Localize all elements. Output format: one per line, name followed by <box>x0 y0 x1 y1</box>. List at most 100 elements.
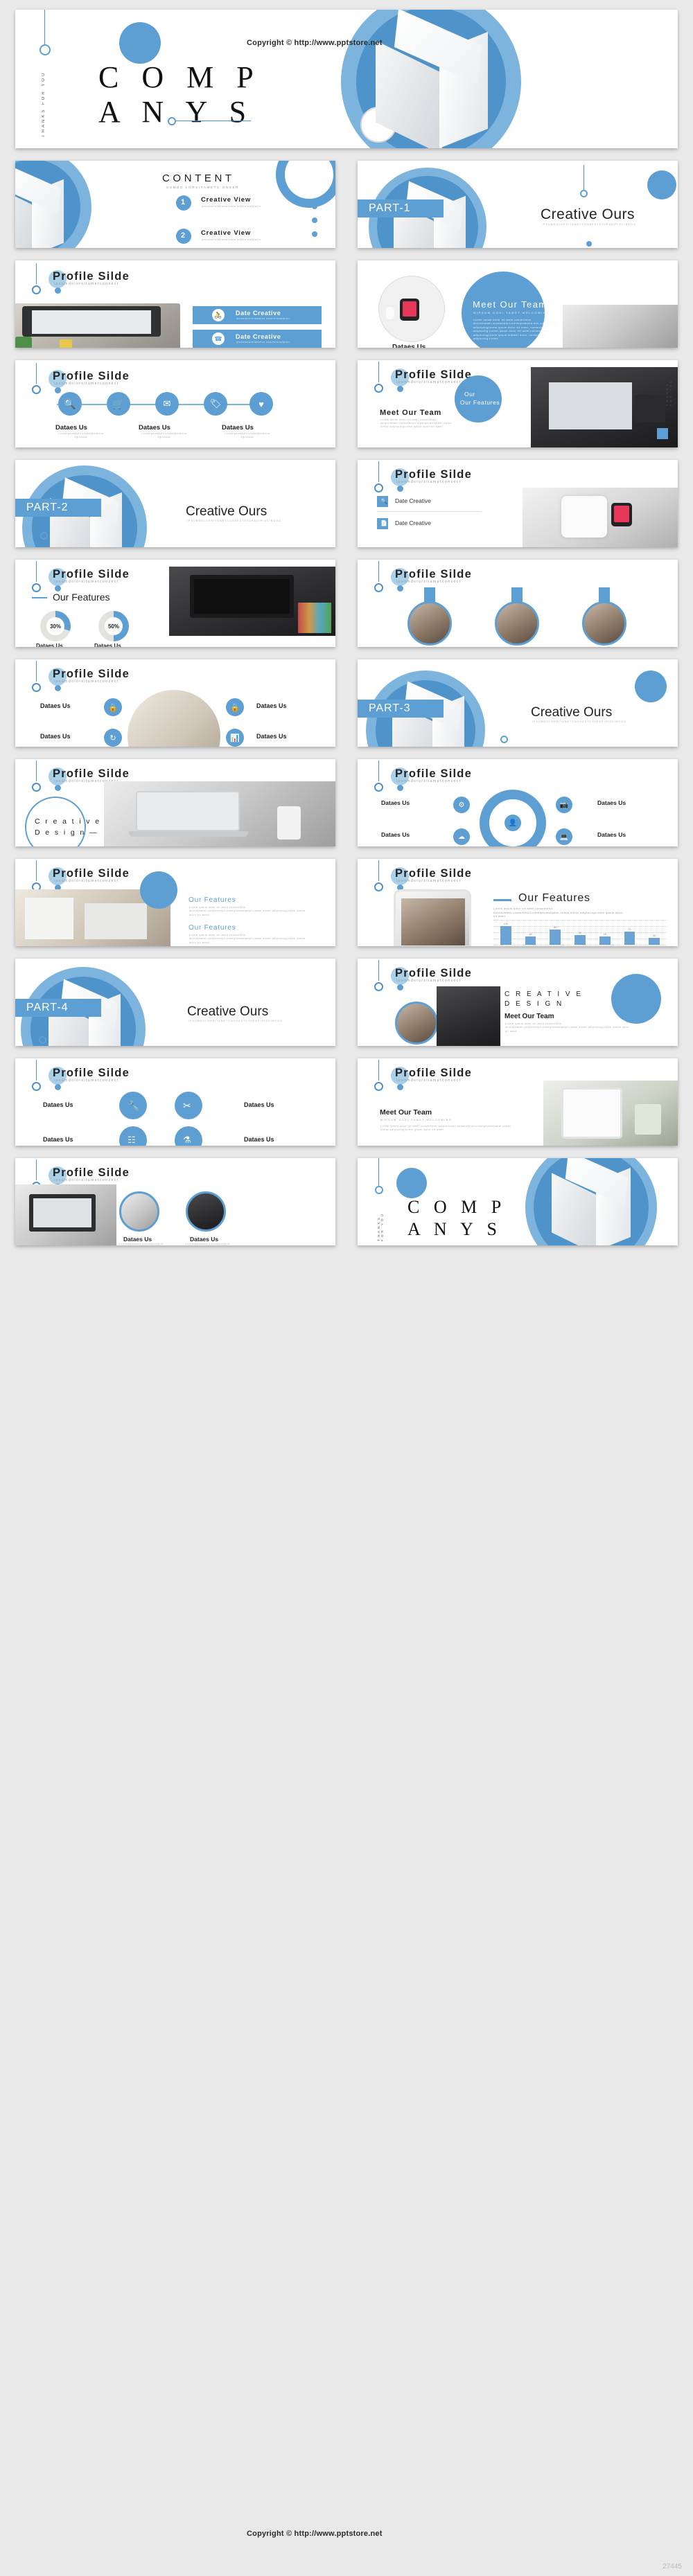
photo-desk-flatlay <box>128 690 220 747</box>
features-disc-label-1: Our <box>464 391 475 398</box>
cover-ring-icon <box>40 44 51 55</box>
team-body: Lorem ipsum dolor sit amet,consectetur d… <box>380 1125 511 1132</box>
donut-chart-30: 30% <box>40 611 71 641</box>
slide-features-list[interactable]: Profile Silde ipsumdolorsitametconsect O… <box>15 859 335 946</box>
search-icon[interactable]: 🔍 <box>58 392 82 416</box>
slide-creative-design[interactable]: Profile Silde ipsumdolorsitametconsect C… <box>15 759 335 846</box>
team-body: Lorem ipsum dolor sit amet,consectetur d… <box>473 319 558 341</box>
slide-part-3[interactable]: PART-3 Creative Ours IPSUMDOLORSITAMETCO… <box>358 659 678 747</box>
photo-imac <box>169 567 335 636</box>
slide-profile-watch[interactable]: Profile Silde ipsumdolorsitametconsect 🔍… <box>358 460 678 547</box>
content-item-desc: ipsumdolorsitametcons ecteturadipiscin <box>202 238 261 241</box>
gear-icon[interactable]: ⚙ <box>453 797 470 813</box>
slide-part-2[interactable]: PART-2 Creative Ours IPSUMDOLORSITAMETCO… <box>15 460 335 547</box>
part-title: Creative Ours <box>541 206 635 222</box>
dataes-us-label: Dataes Us <box>43 1101 73 1108</box>
search-icon: 🔍 <box>380 498 387 504</box>
photo-office <box>563 305 678 348</box>
content-bullet-dot <box>312 204 317 209</box>
chart-gridline <box>493 926 667 927</box>
building-illustration <box>376 10 507 148</box>
chart-bar-label: 50 <box>578 931 582 935</box>
design-title-line2: D e s i g n — <box>35 828 98 837</box>
date-box-sub: ipsumdolorsitametco nsecteturadipisci <box>236 317 290 320</box>
dataes-us-label: Dataes Us <box>36 643 63 647</box>
bar-chart: 100 45 80 50 45 70 35 <box>493 920 667 945</box>
slide-content[interactable]: CONTENT SUMDO LORSITAMETC ONSER 1 Creati… <box>15 161 335 248</box>
slide-feature-chain[interactable]: Profile Silde ipsumdolorsitametconsect 🔍… <box>15 360 335 447</box>
profile-subtitle: ipsumdolorsitametconsect <box>54 679 119 684</box>
lock-icon[interactable]: 🔒 <box>104 698 122 716</box>
photo-desk <box>15 303 180 348</box>
part-title: Creative Ours <box>187 1004 269 1019</box>
slide-creative-design-team[interactable]: Profile Silde ipsumdolorsitametconsect C… <box>358 959 678 1046</box>
slide-cover[interactable]: THANKS FOR YOU C O M P A N Y S <box>15 10 678 148</box>
dataes-us-label: Dataes Us <box>55 424 87 432</box>
part-dot-large <box>635 670 667 702</box>
photo-workdesk <box>15 1184 116 1245</box>
chart-icon[interactable]: 📊 <box>226 729 244 747</box>
profile-subtitle: ipsumdolorsitametconsect <box>396 480 462 484</box>
monitor-icon[interactable]: 💻 <box>556 828 572 845</box>
date-box-sub: ipsumdolorsitametco nsecteturadipisci <box>236 341 290 344</box>
person-icon[interactable]: 👤 <box>505 815 521 831</box>
profile-subtitle: ipsumdolorsitametconsect <box>396 879 462 883</box>
tag-icon[interactable]: 🏷 <box>204 392 227 416</box>
profile-subtitle: ipsumdolorsitametconsect <box>396 1078 462 1083</box>
dataes-us-label: Dataes Us <box>256 733 287 740</box>
dataes-us-label: Dataes Us <box>597 799 626 806</box>
content-item-label: Creative View <box>201 229 252 237</box>
cloud-icon[interactable]: ☁ <box>453 828 470 845</box>
dataes-us-label: Dataes Us <box>244 1136 274 1143</box>
doc-icon: 📄 <box>380 520 387 526</box>
slide-part-4[interactable]: PART-4 Creative Ours IPSUMDOLORSITAMETCO… <box>15 959 335 1046</box>
dataes-us-desc: Loremipsumdolo sitconsectetura dipiscasz <box>58 432 104 439</box>
slide-circle-hub[interactable]: Profile Silde ipsumdolorsitametconsect 👤… <box>358 759 678 846</box>
dataes-us-label: Dataes Us <box>139 424 170 432</box>
image-icon[interactable]: 📷 <box>556 797 572 813</box>
building-illustration <box>15 164 75 248</box>
slide-tools-grid[interactable]: Profile Silde ipsumdolorsitametconsect 🔧… <box>15 1058 335 1146</box>
team-body: Lorem ipsum dolor sit amet,consectetur d… <box>505 1022 630 1033</box>
lock-icon[interactable]: 🔒 <box>226 698 244 716</box>
vertical-thanks-label: THANKS FOR YOU <box>665 378 672 406</box>
slide-part-1[interactable]: PART-1 Creative Ours IPSUMDOLORSITAMETCO… <box>358 161 678 248</box>
slide-our-features-photo[interactable]: Profile Silde ipsumdolorsitametconsect O… <box>358 360 678 447</box>
heart-icon[interactable]: ♥ <box>249 392 273 416</box>
chart-bar <box>624 931 635 945</box>
content-item-label: Creative View <box>201 196 252 204</box>
cover-stem-line <box>44 10 45 46</box>
slide-donut-features[interactable]: Profile Silde ipsumdolorsitametconsect O… <box>15 560 335 647</box>
cart-icon[interactable]: 🛒 <box>107 392 130 416</box>
slide-bar-chart[interactable]: Profile Silde ipsumdolorsitametconsect O… <box>358 859 678 946</box>
slide-tablet-team[interactable]: Profile Silde ipsumdolorsitametconsect M… <box>358 1058 678 1146</box>
profile-subtitle: ipsumdolorsitametconsect <box>54 1078 119 1083</box>
design-title-line1: C r e a t i v e <box>35 817 101 826</box>
profile-subtitle: ipsumdolorsitametconsect <box>54 382 119 386</box>
dataes-us-label: Dataes Us <box>94 643 121 647</box>
slide-photo-avatars[interactable]: Profile Silde ipsumdolorsitametconsect D… <box>15 1158 335 1245</box>
mail-icon[interactable]: ✉ <box>155 392 179 416</box>
slide-lock-grid[interactable]: Profile Silde ipsumdolorsitametconsect 🔒… <box>15 659 335 747</box>
slide-final-cover[interactable]: THANKS FOR YOU C O M P A N Y S <box>358 1158 678 1245</box>
title-dash <box>493 899 511 901</box>
team-body: Lorem ipsum dolor sit amet,consectetur d… <box>380 418 452 429</box>
content-subtitle: SUMDO LORSITAMETC ONSER <box>166 186 240 189</box>
slide-team-avatars[interactable]: Profile Silde ipsumdolorsitametconsect D… <box>358 560 678 647</box>
final-dot <box>396 1168 427 1198</box>
dataes-us-label: Dataes Us <box>43 1136 73 1143</box>
date-box-title: Date Creative <box>236 310 281 317</box>
chart-bar <box>550 930 561 945</box>
divider <box>377 511 481 512</box>
copyright-top: Copyright © http://www.pptstore.net <box>247 39 383 47</box>
team-title: Meet Our Team <box>380 409 442 417</box>
dataes-us-label: Dataes Us <box>244 1101 274 1108</box>
refresh-icon[interactable]: ↻ <box>104 729 122 747</box>
slide-profile-laptop[interactable]: Profile Silde ipsumdolorsitametconsect 🚴… <box>15 260 335 348</box>
chart-bar <box>574 935 586 945</box>
part-ring-icon <box>40 532 48 540</box>
slide-meet-our-team[interactable]: Meet Our Team MIPSUM DOSI TAMET,WELCOMIN… <box>358 260 678 348</box>
part-title: Creative Ours <box>531 705 613 720</box>
photo-tablet <box>394 889 471 946</box>
part-dot-large <box>647 170 676 199</box>
